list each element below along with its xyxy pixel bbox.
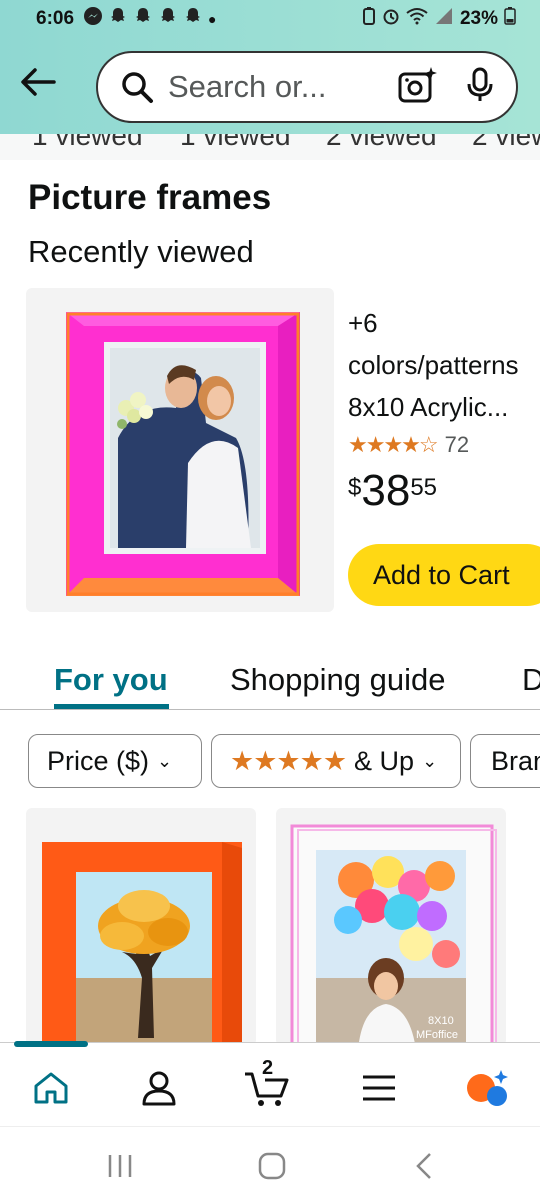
price-currency: $ (348, 474, 362, 501)
product-price: $ 38 55 (348, 468, 540, 514)
snapchat-icon (108, 6, 128, 32)
ai-assistant-icon (467, 1070, 508, 1106)
clear-frame-balloons-photo: 8X10 MFoffice (290, 824, 497, 1046)
nav-home[interactable] (26, 1063, 76, 1113)
rating-count: 72 (444, 432, 470, 457)
home-system-button[interactable] (252, 1149, 292, 1183)
grid-caption-brand: MFoffice (416, 1029, 458, 1041)
product-rating[interactable]: ★★★★☆ 72 (348, 432, 540, 458)
nav-account[interactable] (134, 1063, 184, 1113)
color-count: +6 (348, 308, 378, 338)
home-square-icon (258, 1152, 286, 1180)
search-icon (122, 72, 153, 103)
wifi-icon (406, 7, 428, 31)
nav-menu[interactable] (354, 1063, 404, 1113)
brand-filter-label: Bran (491, 745, 540, 776)
search-input[interactable]: Search or... (96, 51, 518, 123)
microphone-icon (467, 67, 493, 101)
peek-label: 2 view (472, 134, 540, 151)
camera-sparkle-icon (398, 66, 437, 102)
price-filter-label: Price ($) (47, 745, 150, 776)
peek-label: 2 viewed (326, 134, 437, 151)
alarm-icon (382, 7, 400, 31)
recent-apps-icon (108, 1155, 132, 1177)
tab-for-you[interactable]: For you (54, 662, 168, 698)
brand-filter-chip[interactable]: Bran (470, 734, 540, 788)
peek-label: 1 viewed (32, 134, 143, 151)
tab-truncated[interactable]: D (522, 662, 540, 698)
person-icon (142, 1071, 176, 1106)
messenger-icon (83, 6, 103, 32)
rating-filter-label: & Up (354, 745, 415, 776)
back-arrow-icon (21, 68, 56, 96)
status-bar: 6:06 ● 23% (0, 0, 540, 38)
hamburger-menu-icon (363, 1075, 395, 1101)
color-patterns-label: colors/patterns (348, 350, 519, 380)
battery-icon (504, 7, 516, 31)
nav-cart[interactable]: 2 (242, 1057, 292, 1113)
bottom-navigation: 2 (0, 1041, 540, 1126)
filter-chips: Price ($) ⌄ ★★★★★ & Up ⌄ Bran (0, 734, 540, 788)
back-button[interactable] (18, 62, 58, 102)
camera-search-button[interactable] (398, 66, 438, 109)
snapchat-icon (133, 6, 153, 32)
chevron-down-icon: ⌄ (157, 750, 173, 771)
product-card[interactable] (26, 808, 256, 1046)
price-fraction: 55 (410, 474, 438, 501)
product-card[interactable]: 8X10 MFoffice (276, 808, 506, 1046)
peek-label: 1 viewed (180, 134, 291, 151)
snapchat-icon (158, 6, 178, 32)
rating-filter-stars: ★★★★★ (230, 745, 347, 776)
system-navigation-bar (0, 1126, 540, 1204)
battery-level: 23% (459, 8, 498, 29)
pink-acrylic-frame-photo (66, 312, 300, 596)
search-placeholder: Search or... (168, 69, 327, 104)
battery-saver-icon (362, 7, 376, 31)
rating-filter-chip[interactable]: ★★★★★ & Up ⌄ (211, 734, 461, 788)
snapchat-icon (183, 6, 203, 32)
section-title: Picture frames (28, 178, 272, 217)
cart-count-badge: 2 (262, 1057, 274, 1079)
orange-frame-tree-photo (42, 842, 242, 1046)
search-header: Search or... (0, 38, 540, 134)
tab-shopping-guide[interactable]: Shopping guide (230, 662, 445, 698)
back-system-button[interactable] (404, 1149, 444, 1183)
notification-dot-icon: ● (208, 11, 217, 27)
signal-icon (434, 7, 454, 31)
add-to-cart-button[interactable]: Add to Cart (348, 544, 540, 606)
status-time: 6:06 (36, 8, 75, 29)
home-icon (34, 1072, 68, 1104)
star-rating: ★★★★☆ (348, 432, 439, 457)
active-nav-indicator (14, 1041, 88, 1047)
nav-rufus[interactable] (462, 1063, 512, 1113)
price-whole: 38 (361, 466, 411, 515)
recent-apps-button[interactable] (100, 1149, 140, 1183)
grid-caption-size: 8X10 (428, 1015, 454, 1027)
tab-bar: For you Shopping guide D (0, 660, 540, 710)
active-tab-indicator (54, 704, 169, 709)
chevron-down-icon: ⌄ (422, 750, 438, 771)
product-title[interactable]: 8x10 Acrylic... (348, 386, 540, 428)
status-right: 23% (362, 7, 516, 31)
previous-row-peek: 1 viewed 1 viewed 2 viewed 2 view (0, 134, 540, 160)
recently-viewed-heading: Recently viewed (28, 234, 254, 269)
recent-product-info[interactable]: +6 colors/patterns 8x10 Acrylic... ★★★★☆… (348, 302, 540, 514)
status-left: 6:06 ● (36, 6, 217, 32)
voice-search-button[interactable] (466, 67, 494, 108)
price-filter-chip[interactable]: Price ($) ⌄ (28, 734, 202, 788)
chevron-left-icon (416, 1153, 431, 1179)
recent-product-image[interactable] (26, 288, 334, 612)
